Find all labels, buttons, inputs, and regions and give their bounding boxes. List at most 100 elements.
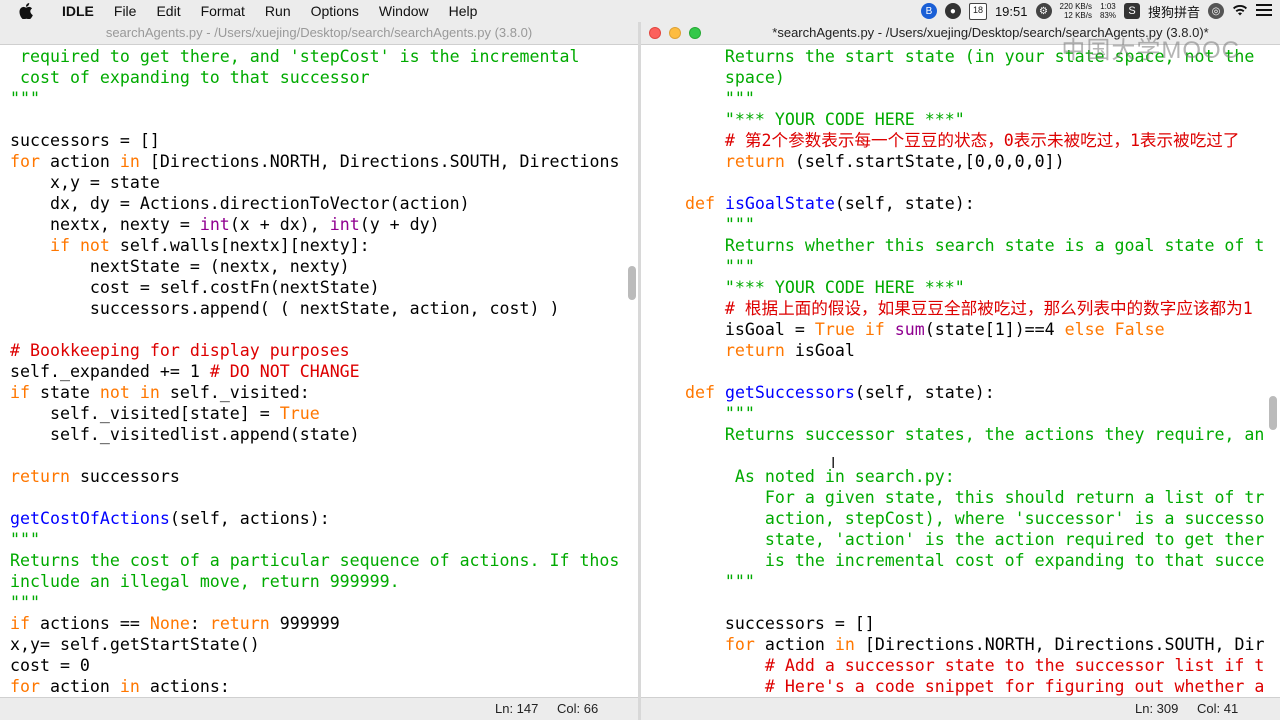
right-code-line: """ [645,214,755,235]
network-speed: 220 KB/s 12 KB/s [1060,2,1092,20]
calendar-icon[interactable]: 18 [968,2,987,20]
left-code-line: cost of expanding to that successor [10,67,370,88]
code-token: sum [894,320,925,339]
menu-run[interactable]: Run [255,0,301,22]
code-token: int [329,215,360,234]
code-token: : [189,614,210,633]
left-title-bar[interactable]: searchAgents.py - /Users/xuejing/Desktop… [0,22,638,45]
code-token: include an illegal move, return 999999. [10,572,400,591]
right-scrollbar-thumb[interactable] [1269,396,1277,430]
code-token: successors = [] [10,131,160,150]
code-token: getCostOfActions [10,509,170,528]
left-line-number: Ln: 147 [495,701,539,716]
code-token: """ [645,215,755,234]
left-code-line: """ [10,592,40,613]
menu-options[interactable]: Options [301,0,369,22]
status-area: B ● 18 19:51 ⚙ 220 KB/s 12 KB/s 1:03 83%… [920,0,1280,22]
zoom-button[interactable] [689,27,701,39]
code-token: (state[1])==4 [924,320,1065,339]
left-code-line: """ [10,88,40,109]
left-editor-window: searchAgents.py - /Users/xuejing/Desktop… [0,22,638,720]
code-token: x,y= self.getStartState() [10,635,260,654]
right-code-line: """ [645,88,755,109]
menu-format[interactable]: Format [191,0,255,22]
right-code-line: "*** YOUR CODE HERE ***" [645,277,965,298]
code-token: # Here's a code snippet for figuring out… [645,677,1265,696]
right-code-line: # Add a successor state to the successor… [645,655,1265,676]
left-code-line: include an illegal move, return 999999. [10,571,400,592]
right-code-line: For a given state, this should return a … [645,487,1265,508]
minimize-button[interactable] [669,27,681,39]
code-token: """ [10,593,40,612]
right-code-line: "*** YOUR CODE HERE ***" [645,109,965,130]
sogou-input-icon[interactable]: S [1123,3,1140,19]
right-code-area[interactable]: Returns the start state (in your state s… [641,46,1280,718]
code-token: isGoal = [645,320,815,339]
left-code-line: self._visited[state] = True [10,403,320,424]
code-token: actions: [139,677,230,696]
code-token: (self, state): [834,194,975,213]
code-token: self.walls[nextx][nexty]: [109,236,370,255]
close-button[interactable] [649,27,661,39]
menu-bar: IDLE File Edit Format Run Options Window… [0,0,1280,23]
menu-window[interactable]: Window [369,0,439,22]
left-code-line: self._expanded += 1 # DO NOT CHANGE [10,361,360,382]
right-code-line: As noted in search.py: [645,466,955,487]
right-code-line: def isGoalState(self, state): [645,193,975,214]
left-code-area[interactable]: required to get there, and 'stepCost' is… [0,46,638,718]
gear-icon[interactable]: ⚙ [1035,3,1052,19]
code-token: for [10,677,40,696]
code-token: As noted in search.py: [645,467,955,486]
left-code-line: """ [10,529,40,550]
safari-icon[interactable]: ◎ [1208,3,1224,19]
left-code-line: dx, dy = Actions.directionToVector(actio… [10,193,470,214]
code-token: for [10,152,40,171]
code-token: if [10,614,30,633]
net-down: 12 KB/s [1063,11,1092,20]
left-scrollbar-thumb[interactable] [628,266,636,300]
code-token: # 根据上面的假设，如果豆豆全部被吃过，那么列表中的数字应该都为1 [645,299,1253,318]
code-token: # Add a successor state to the successor… [645,656,1265,675]
code-token: cost = 0 [10,656,90,675]
left-code-line: return successors [10,466,180,487]
left-code-line: if actions == None: return 999999 [10,613,340,634]
right-code-line: """ [645,403,755,424]
code-token: 999999 [269,614,340,633]
left-code-line: getCostOfActions(self, actions): [10,508,330,529]
battery-status[interactable]: 1:03 83% [1100,2,1116,20]
code-token: [Directions.NORTH, Directions.SOUTH, Dir [854,635,1265,654]
menu-file[interactable]: File [104,0,147,22]
code-token: """ [645,89,755,108]
code-token: False [1114,320,1165,339]
clock[interactable]: 19:51 [995,4,1028,19]
app-menu-idle[interactable]: IDLE [52,0,104,22]
right-code-line: return (self.startState,[0,0,0,0]) [645,151,1065,172]
code-token: if not [49,236,110,255]
right-code-line: # 根据上面的假设，如果豆豆全部被吃过，那么列表中的数字应该都为1 [645,298,1253,319]
left-code-line: successors = [] [10,130,160,151]
code-token: action [754,635,835,654]
right-code-line: space) [645,67,785,88]
code-token: Returns the cost of a particular sequenc… [10,551,620,570]
display-menu-icon[interactable] [1256,3,1272,19]
menu-help[interactable]: Help [439,0,488,22]
code-token: """ [645,404,755,423]
input-method-label[interactable]: 搜狗拼音 [1148,2,1200,21]
left-code-line: for action in [Directions.NORTH, Directi… [10,151,619,172]
code-token: not in [99,383,160,402]
record-icon[interactable]: ● [944,3,961,19]
code-token: action [39,677,120,696]
left-code-line: Returns the cost of a particular sequenc… [10,550,619,571]
wifi-icon[interactable] [1232,4,1248,19]
code-token: isGoalState [724,194,835,213]
code-token: else [1064,320,1105,339]
apple-menu-icon[interactable] [18,3,34,19]
bluetooth-app-icon[interactable]: B [920,3,937,19]
menu-edit[interactable]: Edit [146,0,190,22]
battery-percent: 83% [1099,11,1116,20]
right-code-line: """ [645,571,755,592]
